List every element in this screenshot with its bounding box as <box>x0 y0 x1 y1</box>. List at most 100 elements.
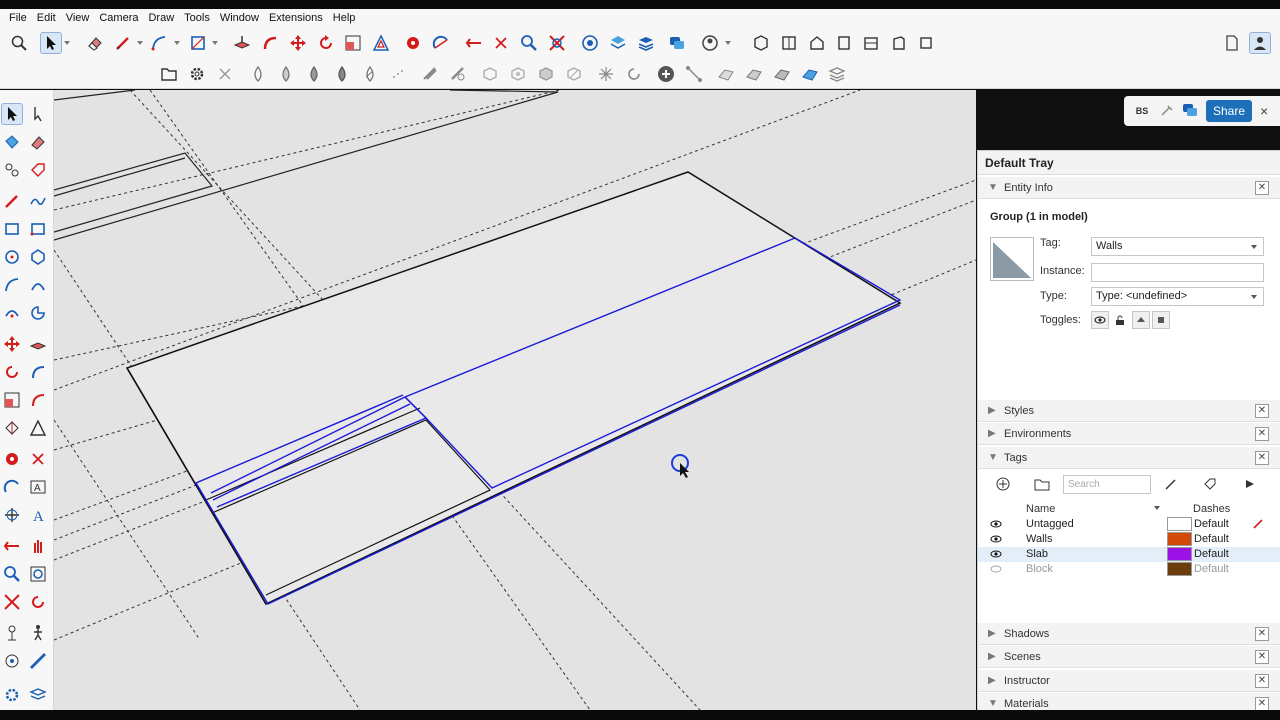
menu-file[interactable]: File <box>4 12 32 24</box>
solid-union-icon[interactable] <box>479 63 501 85</box>
section-plane-icon[interactable] <box>1 535 23 557</box>
protractor-icon[interactable] <box>430 32 452 54</box>
drop-outline-icon[interactable] <box>247 63 269 85</box>
gear-icon[interactable] <box>186 63 208 85</box>
environments-header[interactable]: ▶ Environments ✕ <box>978 423 1280 445</box>
tag-dashes[interactable]: Default <box>1194 533 1229 545</box>
offset-icon[interactable] <box>370 32 392 54</box>
arc-2pt-icon[interactable] <box>27 274 49 296</box>
close-icon[interactable]: ✕ <box>1255 426 1269 441</box>
freehand-icon[interactable] <box>27 190 49 212</box>
text-icon[interactable] <box>463 32 485 54</box>
menu-view[interactable]: View <box>61 12 95 24</box>
eye-icon[interactable] <box>990 548 1002 560</box>
close-icon[interactable]: ✕ <box>1255 450 1269 465</box>
sparkle-icon[interactable] <box>595 63 617 85</box>
cast-shadows-toggle[interactable] <box>1152 311 1170 329</box>
close-icon[interactable]: ✕ <box>1255 626 1269 641</box>
view-front-icon[interactable] <box>778 32 800 54</box>
walk-icon[interactable] <box>27 622 49 644</box>
folder-icon[interactable] <box>158 63 180 85</box>
select-dropdown[interactable] <box>63 32 70 54</box>
close-icon[interactable]: ✕ <box>1255 649 1269 664</box>
view-house-icon[interactable] <box>806 32 828 54</box>
previous-view-icon[interactable] <box>27 591 49 613</box>
search-icon[interactable] <box>8 32 30 54</box>
view-right-icon[interactable] <box>833 32 855 54</box>
drop-dark-icon[interactable] <box>331 63 353 85</box>
rotate-icon[interactable] <box>1 361 23 383</box>
dimension-icon[interactable] <box>27 448 49 470</box>
ruler-icon[interactable] <box>27 650 49 672</box>
tag-icon[interactable] <box>27 159 49 181</box>
grid-c-icon[interactable] <box>771 63 793 85</box>
tape-measure-icon[interactable] <box>1 448 23 470</box>
circle-icon[interactable] <box>1 246 23 268</box>
add-tag-icon[interactable] <box>996 477 1010 494</box>
chat-icon[interactable] <box>1182 103 1198 120</box>
broom-icon[interactable] <box>1160 103 1174 120</box>
measure-link-icon[interactable] <box>683 63 705 85</box>
zoom-icon[interactable] <box>1 563 23 585</box>
grid-b-icon[interactable] <box>743 63 765 85</box>
warehouse-icon[interactable] <box>607 32 629 54</box>
refresh-icon[interactable] <box>623 63 645 85</box>
3d-text-icon[interactable]: A <box>27 504 49 526</box>
follow-me-icon[interactable] <box>259 32 281 54</box>
arc-3pt-icon[interactable] <box>1 302 23 324</box>
tag-dashes[interactable]: Default <box>1194 548 1229 560</box>
grid-blue-icon[interactable] <box>799 63 821 85</box>
tag-row-block[interactable]: Block Default <box>978 562 1280 577</box>
entity-info-header[interactable]: ▼ Entity Info ✕ <box>978 177 1280 199</box>
tags-header[interactable]: ▼ Tags ✕ <box>978 447 1280 469</box>
shape-dropdown[interactable] <box>211 32 218 54</box>
component-icon[interactable] <box>750 32 772 54</box>
user-icon[interactable] <box>699 32 721 54</box>
close-icon[interactable]: ✕ <box>1255 403 1269 418</box>
eye-hidden-icon[interactable] <box>990 563 1002 575</box>
view-back-icon[interactable] <box>860 32 882 54</box>
drop-fill-icon[interactable] <box>303 63 325 85</box>
tag-tool-icon[interactable] <box>1203 477 1217 494</box>
instance-input[interactable] <box>1091 263 1264 282</box>
add-icon[interactable] <box>655 63 677 85</box>
instructor-header[interactable]: ▶ Instructor ✕ <box>978 670 1280 692</box>
push-pull-icon[interactable] <box>27 333 49 355</box>
menu-help[interactable]: Help <box>328 12 361 24</box>
rectangle-icon[interactable] <box>1 218 23 240</box>
tag-dashes[interactable]: Default <box>1194 518 1229 530</box>
menu-draw[interactable]: Draw <box>143 12 179 24</box>
menu-extensions[interactable]: Extensions <box>264 12 328 24</box>
zoom-window-icon[interactable] <box>27 563 49 585</box>
menu-camera[interactable]: Camera <box>94 12 143 24</box>
triangle-icon[interactable] <box>27 417 49 439</box>
tag-row-slab[interactable]: Slab Default <box>978 547 1280 562</box>
settings-icon[interactable] <box>1 684 23 706</box>
scenes-header[interactable]: ▶ Scenes ✕ <box>978 646 1280 668</box>
axes-icon[interactable] <box>1 504 23 526</box>
lock-toggle[interactable] <box>1111 311 1129 329</box>
tag-pencil-icon[interactable] <box>1164 477 1178 494</box>
offset-icon[interactable] <box>27 389 49 411</box>
dots-icon[interactable] <box>387 63 409 85</box>
close-icon[interactable]: ✕ <box>1255 673 1269 688</box>
move-icon[interactable] <box>1 333 23 355</box>
share-button[interactable]: Share <box>1206 100 1253 122</box>
receive-shadows-toggle[interactable] <box>1132 311 1150 329</box>
solid-intersect-icon[interactable] <box>535 63 557 85</box>
layers-icon[interactable] <box>635 32 657 54</box>
select-icon[interactable] <box>1 103 23 125</box>
tape-measure-icon[interactable] <box>402 32 424 54</box>
flip-icon[interactable] <box>1 417 23 439</box>
polygon-icon[interactable] <box>27 246 49 268</box>
look-around-icon[interactable] <box>1 650 23 672</box>
grid-a-icon[interactable] <box>715 63 737 85</box>
eraser-icon[interactable] <box>84 32 106 54</box>
tag-row-walls[interactable]: Walls Default <box>978 532 1280 547</box>
pencil-dropdown[interactable] <box>136 32 143 54</box>
rotated-rect-icon[interactable] <box>27 218 49 240</box>
chat-icon[interactable] <box>666 32 688 54</box>
zoom-extents-icon[interactable] <box>546 32 568 54</box>
name-column-header[interactable]: Name <box>1026 503 1055 515</box>
shape-icon[interactable] <box>187 32 209 54</box>
